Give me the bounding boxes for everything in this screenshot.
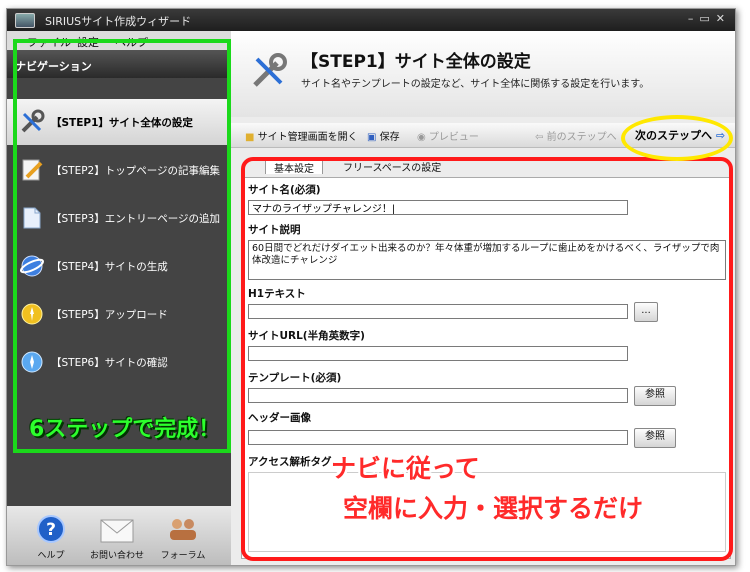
upload-icon xyxy=(21,303,43,325)
tab-basic[interactable]: 基本設定 xyxy=(265,157,323,175)
site-name-input[interactable] xyxy=(248,200,628,215)
mail-icon xyxy=(100,519,134,543)
red-annotation-line2: 空欄に入力・選択するだけ xyxy=(343,494,644,523)
arrow-right-icon: ⇨ xyxy=(715,129,726,142)
open-admin-button[interactable]: ■ サイト管理画面を開く xyxy=(245,128,358,143)
open-admin-label: サイト管理画面を開く xyxy=(257,132,358,143)
menu-bar: ファイル 設定 ヘルプ xyxy=(7,31,231,50)
nav-item-label: 【STEP2】トップページの記事編集 xyxy=(51,165,221,177)
site-url-input[interactable] xyxy=(248,346,628,361)
site-description-textarea[interactable]: 60日間でどれだけダイエット出来るのか？年々体重が増加するループに歯止めをかける… xyxy=(248,240,726,280)
template-label: テンプレート(必須) xyxy=(248,372,342,384)
nav-item-label: 【STEP3】エントリーページの追加 xyxy=(51,213,221,225)
nav-item-step5[interactable]: 【STEP5】アップロード xyxy=(7,291,231,337)
save-label: 保存 xyxy=(379,132,400,143)
next-step-button[interactable]: 次のステップへ ⇨ xyxy=(635,127,725,143)
main-panel: 【STEP1】サイト全体の設定 サイト名やテンプレートの設定など、サイト全体に関… xyxy=(231,31,735,565)
prev-step-label: 前のステップへ xyxy=(546,132,617,143)
template-input[interactable] xyxy=(248,388,628,403)
nav-item-step6[interactable]: 【STEP6】サイトの確認 xyxy=(7,339,231,385)
browser-icon xyxy=(21,351,43,373)
preview-button[interactable]: ◉ プレビュー xyxy=(417,128,479,143)
step-header: 【STEP1】サイト全体の設定 サイト名やテンプレートの設定など、サイト全体に関… xyxy=(231,31,735,117)
header-image-browse-button[interactable]: 参照 xyxy=(634,428,676,448)
nav-item-step1[interactable]: 【STEP1】サイト全体の設定 xyxy=(7,99,231,145)
red-annotation-line1: ナビに従って xyxy=(331,454,480,483)
tab-freespace[interactable]: フリースペースの設定 xyxy=(335,157,449,174)
left-panel: ファイル 設定 ヘルプ ナビゲーション 【STEP1】サイト全体の設定 【STE… xyxy=(7,31,231,565)
window-controls: –▭✕ xyxy=(688,12,731,25)
pencil-document-icon xyxy=(22,159,43,181)
forum-label: フォーラム xyxy=(160,551,206,561)
header-image-input[interactable] xyxy=(248,430,628,445)
nav-item-label: 【STEP4】サイトの生成 xyxy=(51,261,168,273)
nav-item-step4[interactable]: 【STEP4】サイトの生成 xyxy=(7,243,231,289)
preview-label: プレビュー xyxy=(428,132,479,143)
toolbar: ■ サイト管理画面を開く ▣ 保存 ◉ プレビュー ⇦ 前のステップへ 次のステ… xyxy=(231,123,735,148)
title-bar: SIRIUSサイト作成ウィザード –▭✕ xyxy=(7,9,735,31)
site-name-label: サイト名(必須) xyxy=(248,184,321,196)
navigation-header: ナビゲーション xyxy=(7,50,231,78)
next-step-label: 次のステップへ xyxy=(635,129,712,142)
tools-icon xyxy=(21,109,45,133)
globe-icon xyxy=(19,255,45,277)
forum-button[interactable]: フォーラム xyxy=(153,510,213,562)
site-description-label: サイト説明 xyxy=(248,224,301,236)
window-title: SIRIUSサイト作成ウィザード xyxy=(45,15,192,28)
save-button[interactable]: ▣ 保存 xyxy=(367,128,400,143)
navigation-header-label: ナビゲーション xyxy=(15,60,92,73)
analytics-tag-label: アクセス解析タグ xyxy=(248,456,332,468)
green-annotation: 6ステップで完成！ xyxy=(29,417,221,442)
preview-icon: ◉ xyxy=(417,132,426,143)
header-image-label: ヘッダー画像 xyxy=(248,412,311,424)
maximize-icon[interactable]: ▭ xyxy=(699,12,715,25)
app-window: SIRIUSサイト作成ウィザード –▭✕ ファイル 設定 ヘルプ ナビゲーション… xyxy=(6,8,736,566)
tools-icon xyxy=(253,53,287,87)
help-icon: ? xyxy=(37,515,65,543)
close-icon[interactable]: ✕ xyxy=(716,12,731,25)
nav-item-label: 【STEP1】サイト全体の設定 xyxy=(51,117,193,129)
site-url-label: サイトURL(半角英数字) xyxy=(248,330,365,342)
h1-text-label: H1テキスト xyxy=(248,288,306,300)
tab-bar: 基本設定 フリースペースの設定 xyxy=(231,155,735,175)
help-label: ヘルプ xyxy=(37,551,65,561)
step-description: サイト名やテンプレートの設定など、サイト全体に関係する設定を行います。 xyxy=(301,79,650,90)
document-icon xyxy=(23,207,41,229)
save-icon: ▣ xyxy=(367,132,377,143)
help-button[interactable]: ? ヘルプ xyxy=(21,510,81,562)
svg-text:?: ? xyxy=(46,520,56,540)
forum-icon xyxy=(170,519,196,540)
h1-options-button[interactable]: ... xyxy=(634,302,658,322)
h1-text-input[interactable] xyxy=(248,304,628,319)
menu-settings[interactable]: 設定 xyxy=(77,34,99,50)
nav-item-label: 【STEP6】サイトの確認 xyxy=(51,357,168,369)
menu-help[interactable]: ヘルプ xyxy=(115,34,148,50)
step-title: 【STEP1】サイト全体の設定 xyxy=(301,52,531,72)
arrow-left-icon: ⇦ xyxy=(535,132,544,143)
menu-file[interactable]: ファイル xyxy=(27,34,71,50)
folder-icon: ■ xyxy=(245,132,255,143)
prev-step-button[interactable]: ⇦ 前のステップへ xyxy=(535,128,617,143)
contact-label: お問い合わせ xyxy=(89,551,144,561)
bottom-toolbar: ? ヘルプ お問い合わせ フォーラム xyxy=(7,506,231,565)
template-browse-button[interactable]: 参照 xyxy=(634,386,676,406)
nav-item-step2[interactable]: 【STEP2】トップページの記事編集 xyxy=(7,147,231,193)
nav-item-label: 【STEP5】アップロード xyxy=(51,309,168,321)
nav-item-step3[interactable]: 【STEP3】エントリーページの追加 xyxy=(7,195,231,241)
contact-button[interactable]: お問い合わせ xyxy=(87,510,147,562)
app-icon xyxy=(15,13,35,28)
minimize-icon[interactable]: – xyxy=(688,12,700,25)
